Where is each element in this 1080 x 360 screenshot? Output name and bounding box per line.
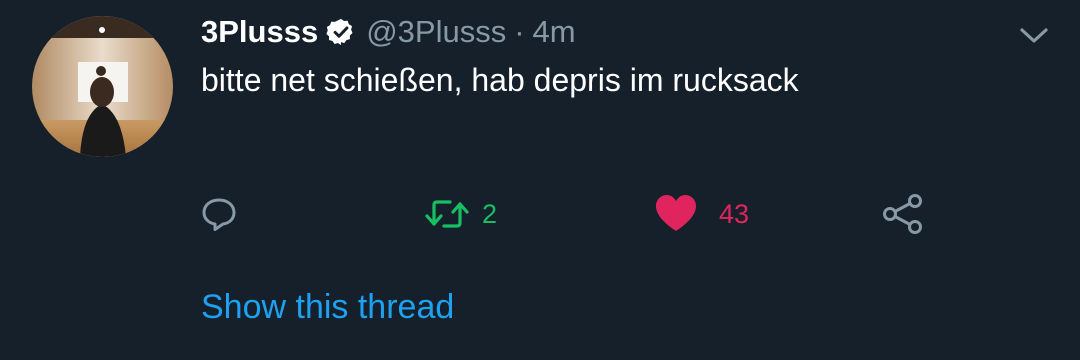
like-button[interactable]: 43	[655, 190, 749, 238]
reply-button[interactable]	[199, 190, 239, 238]
user-handle[interactable]: @3Plusss	[366, 14, 506, 50]
retweet-count: 2	[482, 198, 498, 229]
separator-dot: ·	[514, 14, 525, 49]
like-count: 43	[719, 198, 750, 229]
share-icon	[881, 192, 925, 236]
tweet[interactable]: 3Plusss @3Plusss · 4m bitte net schießen…	[0, 0, 1080, 360]
tweet-header: 3Plusss @3Plusss · 4m	[201, 12, 576, 52]
heart-icon	[655, 194, 697, 234]
verified-badge-icon	[326, 17, 356, 47]
show-thread-link[interactable]: Show this thread	[201, 288, 454, 327]
display-name[interactable]: 3Plusss	[201, 14, 318, 50]
retweet-icon	[424, 194, 470, 234]
share-button[interactable]	[881, 190, 925, 238]
reply-icon	[199, 194, 239, 234]
tweet-text: bitte net schießen, hab depris im rucksa…	[201, 62, 799, 98]
timestamp[interactable]: 4m	[533, 14, 576, 50]
chevron-down-icon[interactable]	[1018, 24, 1050, 48]
retweet-button[interactable]: 2	[424, 190, 497, 238]
avatar[interactable]	[32, 16, 173, 157]
